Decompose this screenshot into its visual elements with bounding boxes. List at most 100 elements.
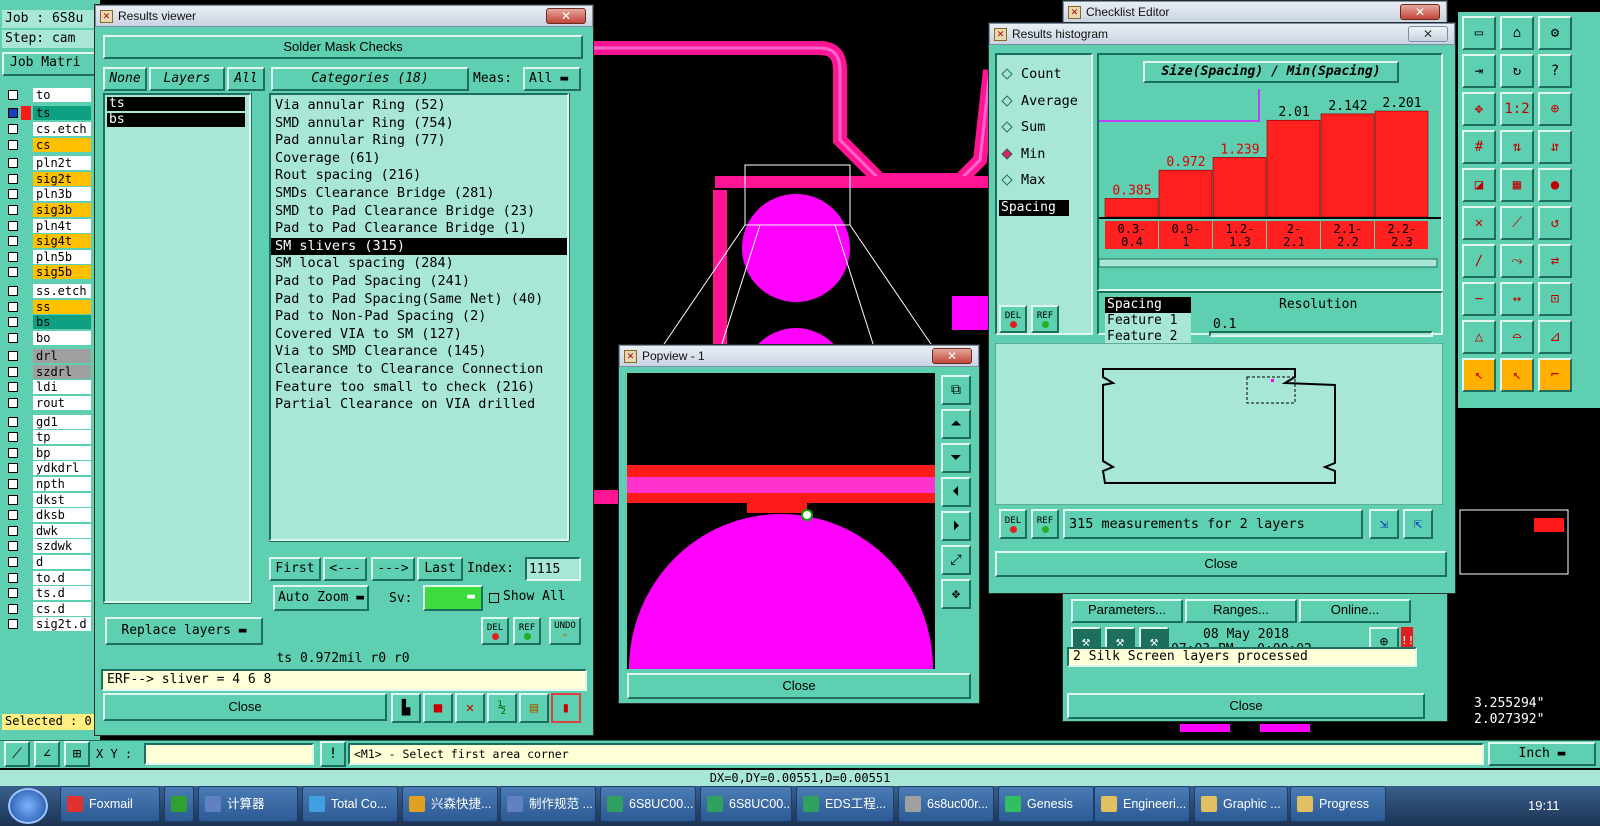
layer-swap-icon[interactable]: ⇵ [1538,130,1572,164]
layer-checkbox[interactable] [8,317,18,328]
category-item[interactable]: Pad to Non-Pad Spacing (2) [271,308,567,326]
layer-name[interactable]: gd1 [33,414,91,429]
category-item[interactable]: Pad annular Ring (77) [271,132,567,150]
layer-name[interactable]: ts [33,106,91,121]
layer-name[interactable]: pln4t [33,218,91,233]
pan-left-icon[interactable]: ⏴ [941,477,971,507]
layer-name[interactable]: dksb [33,508,91,523]
taskbar-item[interactable]: Genesis [998,786,1094,822]
layer-name[interactable]: ss.etch [33,283,91,298]
layer-checkbox[interactable] [8,494,18,505]
circle-icon[interactable]: ● [1538,168,1572,202]
layer-row[interactable]: sig2t [4,171,98,187]
category-item[interactable]: Covered VIA to SM (127) [271,326,567,344]
layer-checkbox[interactable] [8,158,18,169]
stat-radio-min[interactable]: Min [1001,141,1091,168]
layer-name[interactable]: sig2t [33,171,91,186]
layer-checkbox[interactable] [8,139,18,150]
layer-name[interactable]: dwk [33,523,91,538]
layer-checkbox[interactable] [8,557,18,568]
layer-row[interactable]: ss [4,299,98,315]
close-icon[interactable]: ✕ [1408,26,1448,42]
taskbar-item[interactable]: 制作规范 ... [500,786,596,822]
layers-button[interactable]: Layers [149,67,225,91]
layer-scrollbar-h[interactable] [103,603,251,613]
layer-name[interactable]: sig4t [33,234,91,249]
list-item[interactable]: bs [107,113,245,127]
checklist-close-button[interactable]: Close [1067,693,1425,719]
categories-button[interactable]: Categories (18) [271,67,469,91]
online-button[interactable]: Online... [1299,599,1411,623]
mini-map[interactable] [1458,504,1600,584]
line-icon[interactable]: ∕ [1462,244,1496,278]
category-scrollbar-v[interactable] [569,93,581,541]
ref-button[interactable]: REF [513,617,541,645]
taskbar-item[interactable]: Engineeri... [1094,786,1190,822]
histogram-chart[interactable]: 0.385 0.3-0.4 0.972 0.9-1 1.239 1.2-1.3 2.01 2-… [1099,89,1441,285]
layer-checkbox[interactable] [8,301,18,312]
category-item[interactable]: SMD to Pad Clearance Bridge (23) [271,203,567,221]
zoom-in-icon[interactable]: ⤢ [941,545,971,575]
import-icon[interactable]: ⇱ [1403,509,1433,539]
select-icon[interactable]: ↖ [1500,358,1534,392]
layer-row[interactable]: ts [4,106,98,122]
layer-checkbox[interactable] [8,351,18,362]
measure-icon[interactable]: ⟋ [4,741,30,767]
alert-icon[interactable]: ! [320,741,346,767]
taskbar-item[interactable] [164,786,194,822]
layer-checkbox[interactable] [8,236,18,247]
layer-name[interactable]: to [33,87,91,102]
snap-icon[interactable]: ⊡ [1538,282,1572,316]
category-scrollbar-h[interactable] [269,541,569,551]
xy-input[interactable] [144,743,314,765]
layer-row[interactable]: pln4t [4,218,98,234]
layer-checkbox[interactable] [8,382,18,393]
layer-checkbox[interactable] [8,89,18,100]
layer-row[interactable]: pln2t [4,155,98,171]
layer-row[interactable]: cs [4,137,98,153]
pan-down-icon[interactable]: ⏷ [941,443,971,473]
layer-name[interactable]: szdwk [33,539,91,554]
layer-checkbox[interactable] [8,108,18,119]
layer-name[interactable]: cs.etch [33,121,91,136]
next-button[interactable]: ---> [371,557,415,581]
layer-checkbox[interactable] [8,189,18,200]
bar[interactable] [1374,110,1429,218]
undo-icon[interactable]: ↺ [1538,206,1572,240]
category-item[interactable]: SM local spacing (284) [271,255,567,273]
measure-icon[interactable]: ↔ [1500,282,1534,316]
job-matrix-button[interactable]: Job Matri [2,52,98,76]
layer-checkbox[interactable] [8,285,18,296]
move-icon[interactable]: ✥ [1462,92,1496,126]
category-list[interactable]: Via annular Ring (52) SMD annular Ring (7… [269,93,569,541]
option-feature-1[interactable]: Feature 1 [1105,313,1191,329]
taskbar-item[interactable]: 6S8UC00... [700,786,792,822]
zoom-icon[interactable]: ⊕ [1538,92,1572,126]
sv-color-select[interactable]: ▬ [423,585,483,611]
report-icon[interactable]: ▤ [519,693,549,723]
layer-name[interactable]: ts.d [33,586,91,601]
category-item[interactable]: SM slivers (315) [271,237,567,256]
layer-toggle-icon[interactable]: ⇅ [1500,130,1534,164]
layer-row[interactable]: cs.d [4,601,98,617]
layer-name[interactable]: sig2t.d [33,617,91,632]
checklist-titlebar[interactable]: ✕ Checklist Editor ✕ [1063,1,1447,23]
taskbar-item[interactable]: Progress [1290,786,1386,822]
layer-checkbox[interactable] [8,479,18,490]
rotate-icon[interactable]: ↻ [1500,54,1534,88]
layer-name[interactable]: dkst [33,492,91,507]
taskbar-item[interactable]: Foxmail [60,786,160,822]
layer-checkbox[interactable] [8,173,18,184]
category-item[interactable]: Pad to Pad Clearance Bridge (1) [271,220,567,238]
angle-icon[interactable]: ∠ [34,741,60,767]
feature-preview[interactable] [995,343,1443,505]
layer-row[interactable]: d [4,554,98,570]
layer-row[interactable]: ss.etch [4,283,98,299]
auto-zoom-select[interactable]: Auto Zoom ▬ [273,585,369,611]
show-all-checkbox[interactable] [489,593,499,603]
histogram-close-button[interactable]: Close [995,551,1447,577]
layer-checkbox[interactable] [8,510,18,521]
layer-row[interactable]: to [4,87,98,103]
parameters-button[interactable]: Parameters... [1071,599,1183,623]
chart-scrollbar[interactable] [1099,258,1438,268]
